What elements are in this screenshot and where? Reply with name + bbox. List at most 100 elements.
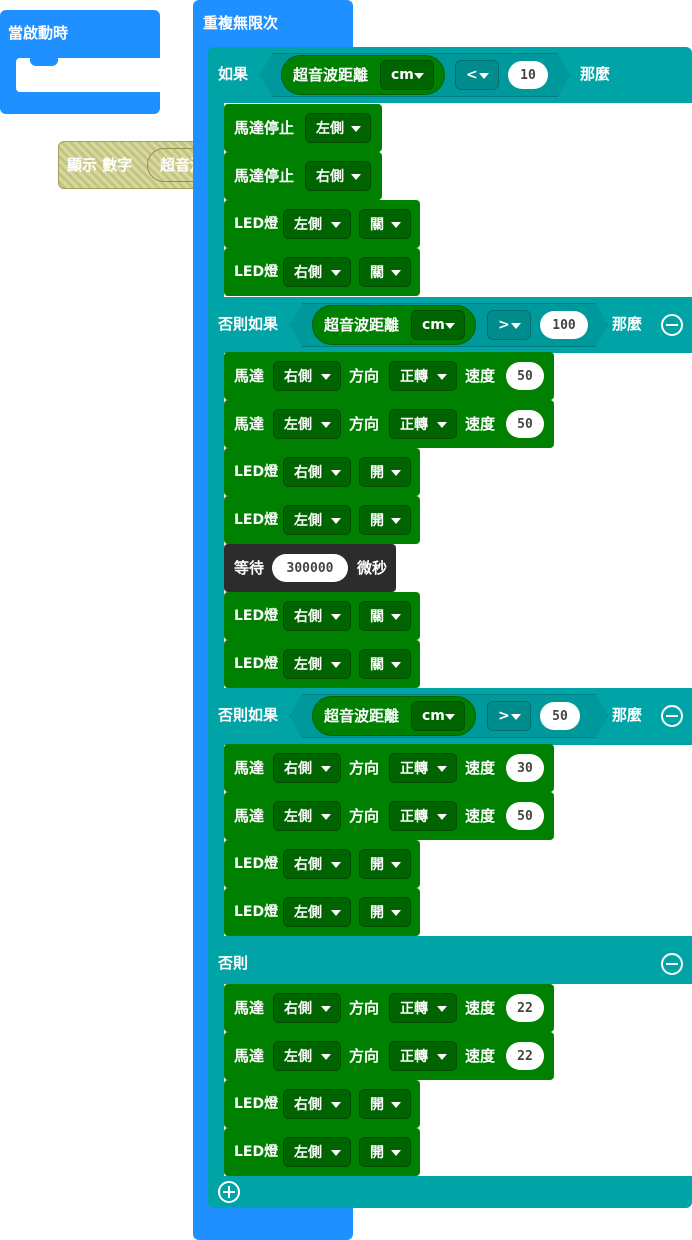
side-dropdown[interactable]: 右側 [305, 161, 371, 191]
wait-input[interactable]: 300000 [272, 554, 348, 582]
direction-text: 正轉 [400, 761, 428, 777]
speed-label: 速度 [465, 1047, 496, 1065]
state-dropdown[interactable]: 開 [359, 1089, 411, 1119]
chevron-down-icon [437, 1006, 447, 1012]
unit-text: cm [422, 708, 445, 724]
led-label: LED燈 [234, 856, 279, 872]
chevron-down-icon [437, 814, 447, 820]
side-dropdown[interactable]: 右側 [273, 361, 341, 391]
side-dropdown[interactable]: 右側 [273, 753, 341, 783]
state-text: 開 [370, 905, 384, 921]
operator-dropdown-0[interactable]: < [455, 60, 499, 90]
operator-text: > [498, 708, 510, 724]
state-text: 開 [370, 1145, 384, 1161]
speed-input[interactable]: 22 [506, 994, 544, 1022]
side-dropdown[interactable]: 左側 [283, 209, 351, 239]
direction-dropdown[interactable]: 正轉 [389, 409, 457, 439]
state-dropdown[interactable]: 關 [359, 601, 411, 631]
direction-dropdown[interactable]: 正轉 [389, 801, 457, 831]
chevron-down-icon [437, 1054, 447, 1060]
unit-text: cm [422, 317, 445, 333]
state-dropdown[interactable]: 開 [359, 849, 411, 879]
direction-dropdown[interactable]: 正轉 [389, 993, 457, 1023]
state-dropdown[interactable]: 開 [359, 457, 411, 487]
remove-branch-icon[interactable] [661, 953, 683, 975]
chevron-down-icon [321, 814, 331, 820]
on-start-block[interactable]: 當啟動時 [0, 10, 160, 114]
chevron-down-icon [331, 614, 341, 620]
state-dropdown[interactable]: 開 [359, 1137, 411, 1167]
state-dropdown[interactable]: 關 [359, 649, 411, 679]
unit-dropdown-2[interactable]: cm [411, 701, 465, 731]
side-dropdown[interactable]: 左側 [273, 801, 341, 831]
speed-input[interactable]: 30 [506, 754, 544, 782]
branch-keyword-2: 否則如果 [218, 706, 279, 724]
chevron-down-icon [331, 862, 341, 868]
side-dropdown[interactable]: 右側 [283, 457, 351, 487]
unit-dropdown-0[interactable]: cm [380, 60, 434, 90]
add-branch-icon[interactable] [218, 1181, 240, 1203]
minus-bar [666, 324, 678, 326]
threshold-input-1[interactable]: 100 [540, 311, 588, 339]
threshold-input-2[interactable]: 50 [540, 702, 580, 730]
motor-label: 馬達 [234, 367, 265, 385]
side-dropdown[interactable]: 右側 [273, 993, 341, 1023]
speed-input[interactable]: 50 [506, 410, 544, 438]
remove-branch-icon[interactable] [661, 705, 683, 727]
direction-label: 方向 [349, 1047, 380, 1065]
chevron-down-icon [391, 862, 401, 868]
chevron-down-icon [331, 518, 341, 524]
wait-label: 等待 [234, 559, 265, 577]
chevron-down-icon [437, 766, 447, 772]
chevron-down-icon [391, 1102, 401, 1108]
side-dropdown[interactable]: 左側 [283, 505, 351, 535]
unit-dropdown-1[interactable]: cm [411, 310, 465, 340]
side-dropdown[interactable]: 左側 [283, 1137, 351, 1167]
chevron-down-icon [331, 222, 341, 228]
stop-label: 馬達停止 [234, 167, 295, 185]
state-dropdown[interactable]: 關 [359, 209, 411, 239]
speed-input[interactable]: 50 [506, 802, 544, 830]
side-dropdown[interactable]: 右側 [283, 1089, 351, 1119]
state-dropdown[interactable]: 開 [359, 505, 411, 535]
side-dropdown[interactable]: 右側 [283, 849, 351, 879]
side-dropdown[interactable]: 右側 [283, 601, 351, 631]
ultrasonic-label-0: 超音波距離 [293, 66, 369, 84]
direction-dropdown[interactable]: 正轉 [389, 753, 457, 783]
ultrasonic-label-1: 超音波距離 [324, 316, 400, 334]
direction-dropdown[interactable]: 正轉 [389, 1041, 457, 1071]
chevron-down-icon [321, 766, 331, 772]
speed-label: 速度 [465, 999, 496, 1017]
direction-dropdown[interactable]: 正轉 [389, 361, 457, 391]
chevron-down-icon [321, 374, 331, 380]
wait-unit: 微秒 [357, 559, 388, 577]
side-dropdown[interactable]: 左側 [283, 897, 351, 927]
minus-bar [666, 963, 678, 965]
side-text: 左側 [294, 1145, 322, 1161]
state-text: 關 [370, 609, 384, 625]
state-dropdown[interactable]: 關 [359, 257, 411, 287]
chevron-down-icon [391, 222, 401, 228]
side-dropdown[interactable]: 右側 [283, 257, 351, 287]
side-dropdown[interactable]: 左側 [283, 649, 351, 679]
operator-dropdown-1[interactable]: > [487, 310, 531, 340]
led-label: LED燈 [234, 264, 279, 280]
state-text: 開 [370, 1097, 384, 1113]
threshold-input-0[interactable]: 10 [508, 61, 548, 89]
side-dropdown[interactable]: 左側 [273, 409, 341, 439]
show-number-block[interactable]: 顯示 數字 超音波 [58, 141, 227, 189]
side-dropdown[interactable]: 左側 [273, 1041, 341, 1071]
side-text: 右側 [284, 761, 312, 777]
operator-dropdown-2[interactable]: > [487, 701, 531, 731]
side-text: 右側 [284, 369, 312, 385]
side-text: 右側 [294, 465, 322, 481]
operator-text: > [498, 317, 510, 333]
side-text: 左側 [284, 809, 312, 825]
then-label-2: 那麼 [612, 706, 643, 724]
state-dropdown[interactable]: 開 [359, 897, 411, 927]
remove-branch-icon[interactable] [661, 314, 683, 336]
side-dropdown[interactable]: 左側 [305, 113, 371, 143]
speed-input[interactable]: 22 [506, 1042, 544, 1070]
speed-input[interactable]: 50 [506, 362, 544, 390]
side-text: 右側 [294, 265, 322, 281]
